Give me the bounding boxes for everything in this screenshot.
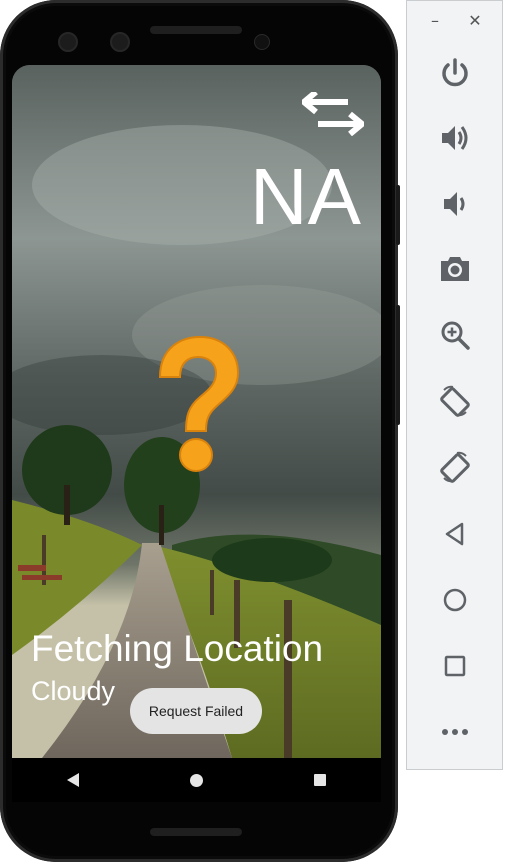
emulator-toolbar: – ✕	[406, 0, 503, 770]
zoom-in-icon	[441, 321, 470, 350]
power-icon	[442, 58, 468, 87]
android-navigation-bar	[12, 758, 381, 802]
power-button[interactable]	[435, 53, 475, 93]
front-sensor-left	[58, 32, 78, 52]
question-mark-icon	[158, 335, 240, 472]
camera-icon	[441, 257, 469, 281]
condition-label: Cloudy	[31, 676, 116, 706]
volume-up-button[interactable]	[435, 118, 475, 158]
swap-units-icon[interactable]	[302, 92, 364, 136]
rotate-left-button[interactable]	[435, 381, 475, 421]
more-button[interactable]	[435, 712, 475, 752]
home-icon	[443, 588, 467, 612]
more-icon	[442, 729, 468, 735]
screenshot-button[interactable]	[435, 249, 475, 289]
overview-icon	[444, 655, 466, 677]
app-screen: NA Fetching Location Cloudy Request Fail…	[12, 65, 381, 758]
rotate-right-icon	[440, 451, 470, 483]
rotate-left-icon	[440, 385, 470, 417]
overview-button[interactable]	[435, 646, 475, 686]
nav-home-icon[interactable]	[189, 773, 203, 787]
bottom-speaker	[150, 828, 242, 836]
nav-back-icon[interactable]	[67, 773, 80, 787]
nav-recents-icon[interactable]	[313, 774, 326, 786]
home-button[interactable]	[435, 580, 475, 620]
phone-power-button	[396, 185, 400, 245]
volume-up-icon	[442, 126, 468, 150]
front-camera	[254, 34, 270, 50]
phone-volume-rocker	[396, 305, 400, 425]
location-label: Fetching Location	[31, 628, 324, 669]
back-icon	[445, 522, 464, 546]
toast-message: Request Failed	[130, 688, 262, 734]
close-button[interactable]: ✕	[465, 11, 485, 31]
front-sensor-right	[110, 32, 130, 52]
volume-down-button[interactable]	[435, 184, 475, 224]
zoom-button[interactable]	[435, 315, 475, 355]
back-button[interactable]	[435, 514, 475, 554]
minimize-button[interactable]: –	[425, 11, 445, 31]
volume-down-icon	[444, 192, 465, 216]
temperature-value: NA	[249, 152, 361, 241]
top-speaker	[150, 26, 242, 34]
rotate-right-button[interactable]	[435, 447, 475, 487]
